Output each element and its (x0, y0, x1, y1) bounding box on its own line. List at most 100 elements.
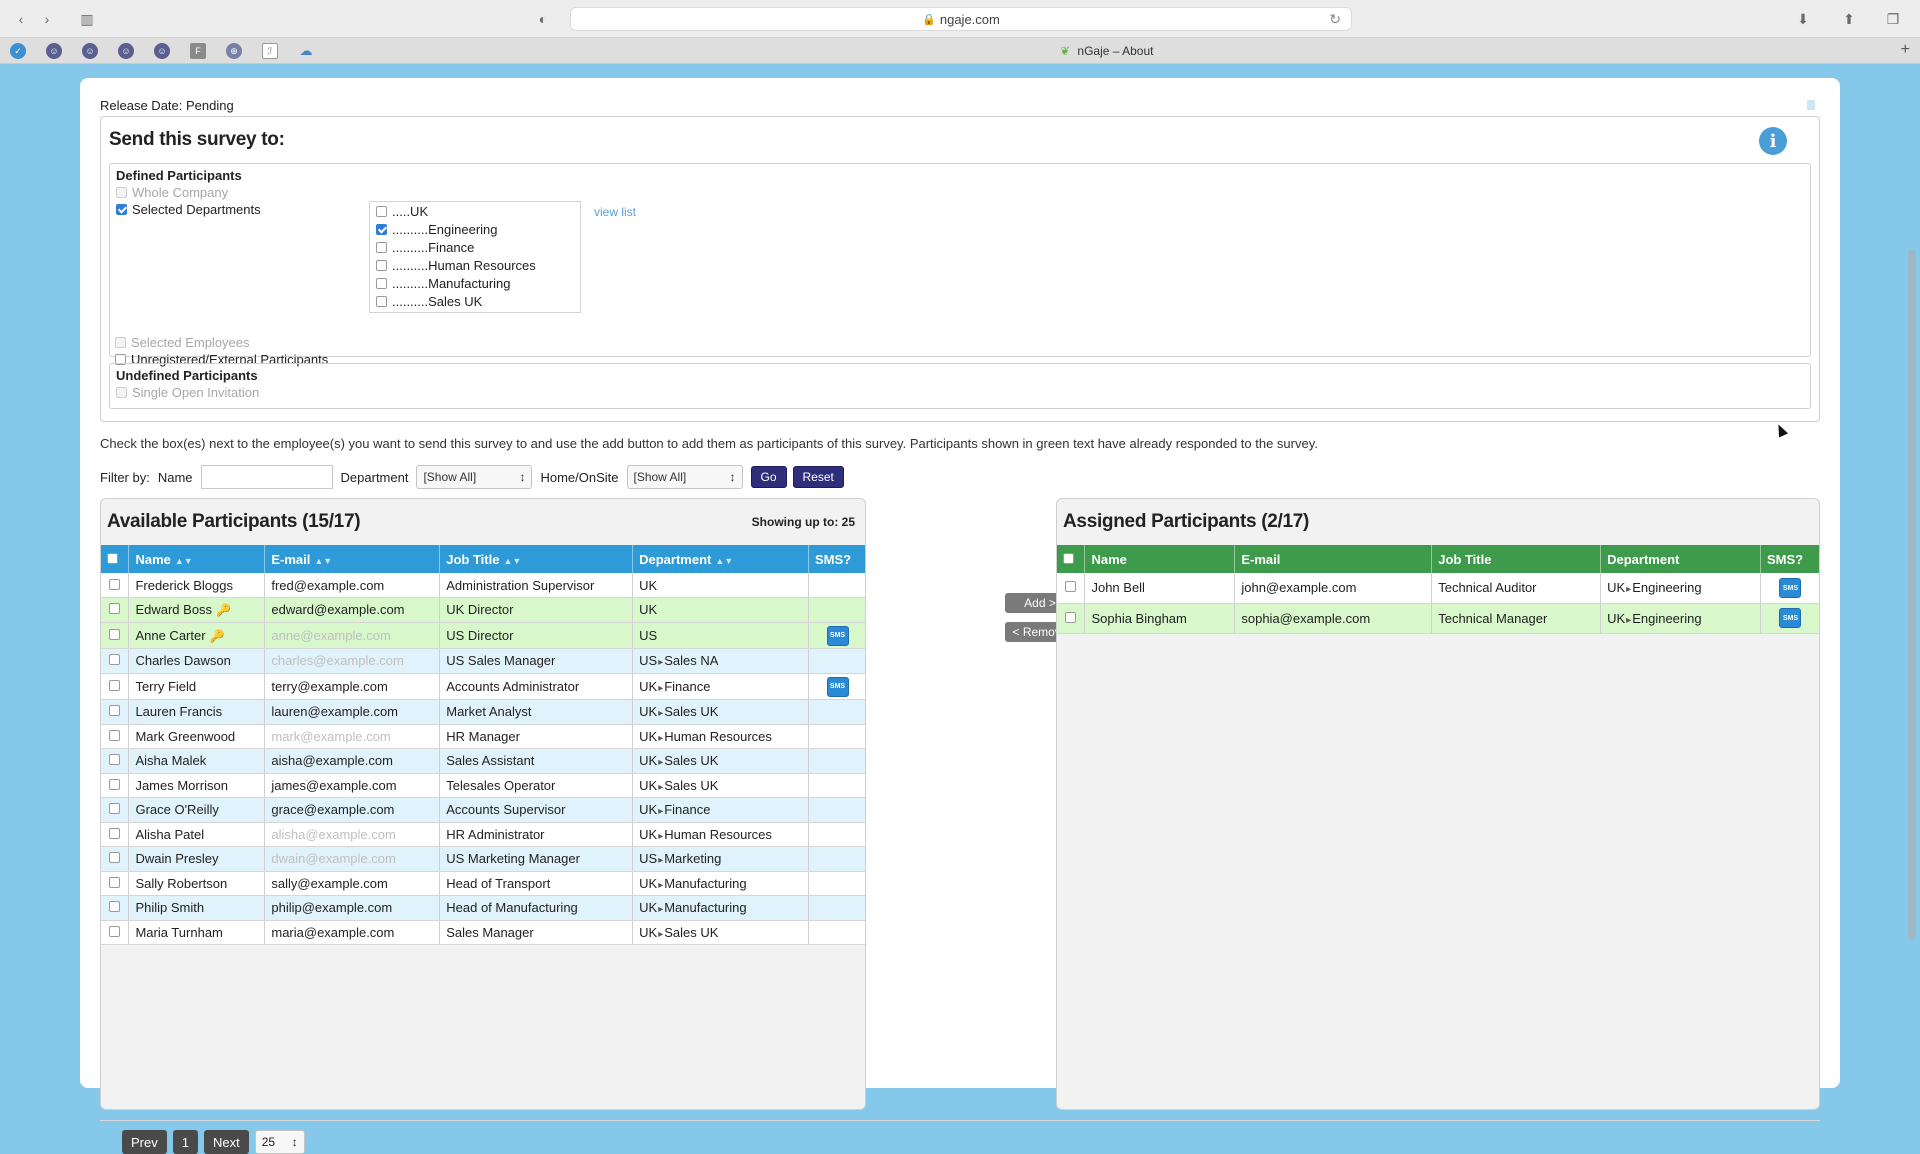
bookmark-avatar-icon[interactable]: ☺ (118, 43, 134, 59)
sort-arrows-icon[interactable]: ▲▼ (314, 556, 332, 566)
select-all-checkbox[interactable] (106, 552, 118, 564)
whole-company-checkbox[interactable] (116, 187, 127, 198)
page-scrollbar[interactable] (1908, 250, 1916, 940)
table-row[interactable]: Alisha Patel alisha@example.com HR Adminis… (101, 822, 865, 847)
row-checkbox-cell[interactable] (101, 648, 130, 674)
row-checkbox[interactable] (1065, 611, 1077, 623)
row-checkbox[interactable] (109, 778, 121, 790)
tab-title[interactable]: ❦ nGaje – About (1060, 44, 1153, 58)
share-icon[interactable]: ⬆ (1836, 8, 1862, 30)
sms-icon[interactable]: SMS (826, 625, 849, 646)
select-all-header[interactable] (1057, 545, 1086, 573)
table-row[interactable]: Frederick Bloggs fred@example.com Administ… (101, 573, 865, 598)
back-icon[interactable]: ‹ (8, 8, 34, 30)
select-all-header[interactable] (101, 545, 130, 573)
department-checkbox[interactable] (376, 259, 387, 271)
reset-button[interactable]: Reset (792, 466, 844, 488)
sort-arrows-icon[interactable]: ▲▼ (503, 556, 521, 566)
row-checkbox[interactable] (109, 679, 121, 691)
email-header[interactable]: E-mail ▲▼ (264, 545, 441, 573)
row-checkbox-cell[interactable] (101, 748, 130, 774)
department-filter-select[interactable]: [Show All] ↕ (416, 465, 533, 489)
row-checkbox-cell[interactable] (101, 797, 130, 823)
table-row[interactable]: Lauren Francis lauren@example.com Market A… (101, 699, 865, 725)
sms-icon[interactable]: SMS (1779, 578, 1802, 598)
job-title-header[interactable]: Job Title ▲▼ (439, 545, 634, 573)
single-open-option[interactable]: Single Open Invitation (116, 385, 259, 400)
row-checkbox[interactable] (1065, 581, 1077, 593)
home-filter-select[interactable]: [Show All] ↕ (626, 465, 743, 489)
row-checkbox[interactable] (109, 705, 121, 717)
bookmark-cloud-icon[interactable]: ☁ (298, 43, 314, 59)
prev-button[interactable]: Prev (122, 1130, 167, 1154)
row-checkbox[interactable] (109, 876, 121, 888)
table-row[interactable]: James Morrison james@example.com Telesales… (101, 773, 865, 798)
row-checkbox-cell[interactable] (1057, 603, 1086, 634)
row-checkbox-cell[interactable] (101, 597, 130, 623)
table-row[interactable]: Aisha Malek aisha@example.com Sales Assist… (101, 748, 865, 774)
table-row[interactable]: Philip Smith philip@example.com Head of Ma… (101, 895, 865, 921)
row-checkbox[interactable] (109, 852, 121, 864)
next-button[interactable]: Next (203, 1130, 249, 1154)
address-bar[interactable]: 🔒 ngaje.com ↻ (570, 7, 1352, 31)
row-checkbox-cell[interactable] (101, 773, 130, 798)
bookmark-avatar-icon[interactable]: ☺ (154, 43, 170, 59)
row-checkbox[interactable] (109, 578, 121, 590)
selected-employees-checkbox[interactable] (115, 337, 126, 348)
sort-arrows-icon[interactable]: ▲▼ (175, 556, 193, 566)
table-row[interactable]: Edward Boss 🔑 edward@example.com UK Directo… (101, 597, 865, 623)
department-option[interactable]: ..........Engineering (370, 220, 580, 238)
row-checkbox[interactable] (109, 925, 121, 937)
sms-icon[interactable]: SMS (1779, 608, 1802, 629)
row-checkbox-cell[interactable] (101, 920, 130, 945)
bookmark-f-icon[interactable]: F (190, 43, 206, 59)
bookmark-globe-icon[interactable]: ⊕ (226, 43, 242, 59)
downloads-icon[interactable]: ⬇ (1790, 8, 1816, 30)
row-checkbox-cell[interactable] (101, 822, 130, 847)
row-checkbox-cell[interactable] (101, 724, 130, 749)
name-filter-input[interactable] (200, 465, 333, 489)
row-checkbox[interactable] (109, 654, 121, 666)
sidebar-icon[interactable]: ▥ (74, 8, 100, 30)
name-header[interactable]: Name ▲▼ (128, 545, 266, 573)
department-list[interactable]: .....UK ..........Engineering ..........Fi… (369, 201, 581, 313)
bookmark-script-icon[interactable]: ℐ (262, 43, 278, 59)
bookmark-avatar-icon[interactable]: ☺ (46, 43, 62, 59)
forward-icon[interactable]: › (34, 8, 60, 30)
reload-icon[interactable]: ↻ (1329, 11, 1341, 28)
sort-arrows-icon[interactable]: ▲▼ (715, 556, 733, 566)
department-header[interactable]: Department ▲▼ (632, 545, 809, 573)
department-checkbox[interactable] (376, 295, 387, 307)
selected-departments-checkbox[interactable] (116, 204, 127, 215)
row-checkbox-cell[interactable] (101, 871, 130, 896)
new-tab-icon[interactable]: + (1901, 41, 1910, 59)
row-checkbox-cell[interactable] (101, 622, 130, 649)
row-checkbox-cell[interactable] (101, 573, 130, 598)
single-open-checkbox[interactable] (116, 387, 127, 398)
tabs-overview-icon[interactable]: ❐ (1880, 8, 1906, 30)
department-option[interactable]: .....UK (370, 202, 580, 220)
row-checkbox[interactable] (109, 603, 121, 615)
bookmark-icon[interactable]: ✓ (10, 43, 26, 59)
department-option[interactable]: ..........Manufacturing (370, 274, 580, 292)
department-checkbox[interactable] (376, 223, 387, 235)
row-checkbox[interactable] (109, 729, 121, 741)
row-checkbox[interactable] (109, 628, 121, 640)
row-checkbox-cell[interactable] (101, 846, 130, 872)
privacy-shield-icon[interactable]: ◐ (530, 8, 556, 30)
go-button[interactable]: Go (750, 466, 787, 488)
selected-departments-option[interactable]: Selected Departments (116, 202, 261, 217)
row-checkbox[interactable] (109, 754, 121, 766)
row-checkbox[interactable] (109, 803, 121, 815)
row-checkbox-cell[interactable] (101, 673, 130, 700)
table-row[interactable]: Terry Field terry@example.com Accounts Adm… (101, 673, 865, 700)
page-1-button[interactable]: 1 (172, 1130, 198, 1154)
table-row[interactable]: John Bell john@example.com Technical Audit… (1057, 573, 1819, 604)
row-checkbox[interactable] (109, 827, 121, 839)
sms-icon[interactable]: SMS (826, 676, 849, 697)
bookmark-avatar-icon[interactable]: ☺ (82, 43, 98, 59)
row-checkbox-cell[interactable] (1057, 573, 1086, 604)
whole-company-option[interactable]: Whole Company (116, 185, 228, 200)
department-checkbox[interactable] (376, 277, 387, 289)
table-row[interactable]: Sophia Bingham sophia@example.com Technica… (1057, 603, 1819, 634)
